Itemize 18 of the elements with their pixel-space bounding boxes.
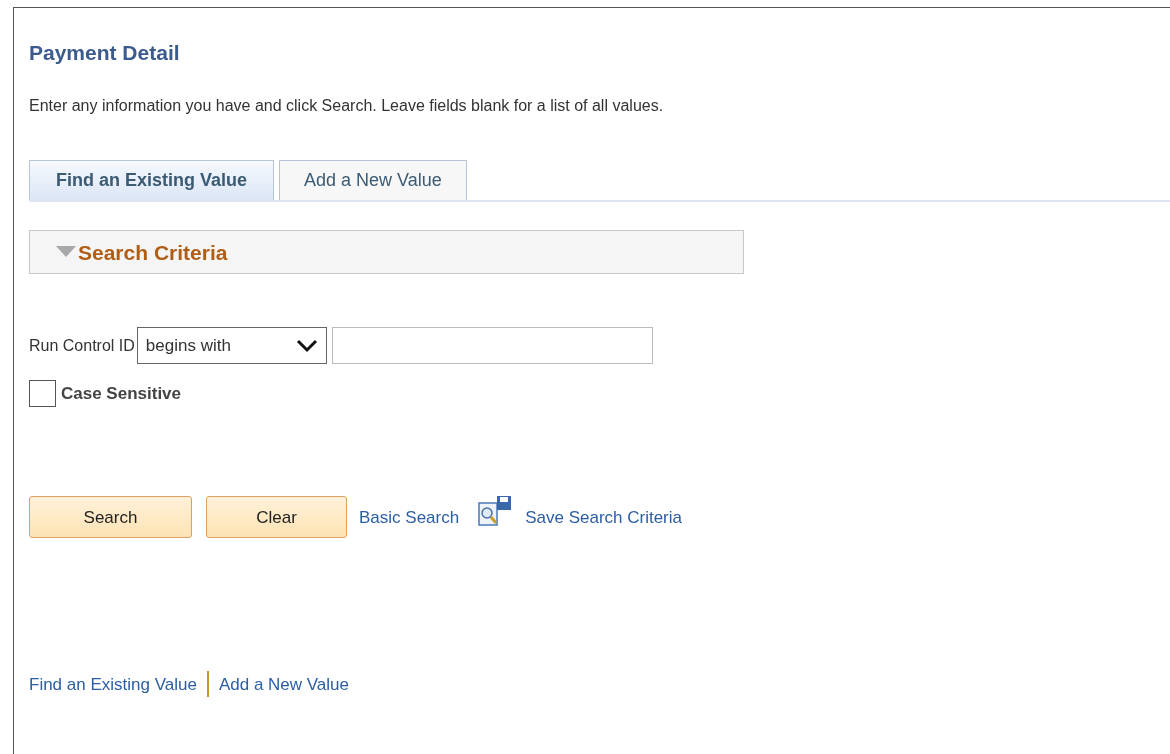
footer-link[interactable]: Add a New Value xyxy=(218,671,349,697)
tab[interactable]: Add a New Value xyxy=(279,160,467,201)
instructions-text: Enter any information you have and click Search. Leave fields blank for a list of all values. xyxy=(29,96,664,117)
operator-dropdown[interactable]: begins with xyxy=(136,327,327,365)
tab[interactable]: Find an Existing Value xyxy=(29,160,275,201)
clear-button[interactable]: Clear xyxy=(206,496,347,539)
section-title: Search Criteria xyxy=(78,239,228,266)
save-search-criteria-link[interactable]: Save Search Criteria xyxy=(525,504,682,530)
page-title: Payment Detail xyxy=(29,40,180,66)
section-header[interactable]: Search Criteria xyxy=(29,230,744,275)
search-button[interactable]: Search xyxy=(29,496,192,539)
chevron-down-icon xyxy=(295,338,318,353)
field-label: Run Control ID xyxy=(29,335,135,356)
case-sensitive-checkbox[interactable] xyxy=(29,380,56,408)
footer-link[interactable]: Find an Existing Value xyxy=(29,671,197,697)
checkbox-label: Case Sensitive xyxy=(61,383,181,405)
basic-search-link[interactable]: Basic Search xyxy=(359,504,460,530)
run-control-id-field[interactable] xyxy=(331,327,653,365)
